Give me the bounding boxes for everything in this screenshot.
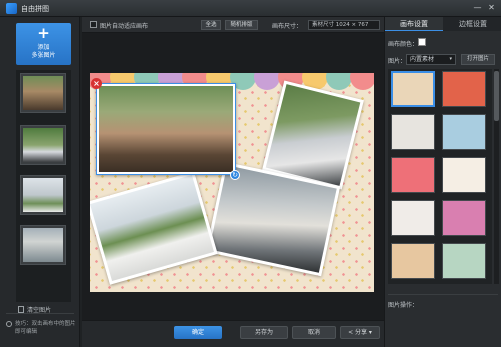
add-images-button[interactable]: + 添加 多张图片 bbox=[16, 23, 71, 65]
cancel-button[interactable]: 取消 bbox=[292, 326, 336, 339]
left-panel: + 添加 多张图片 清空图片 技巧：双击画布中的图片即可编辑 bbox=[0, 17, 80, 347]
share-icon: < bbox=[348, 329, 355, 336]
clear-images-button[interactable]: 清空图片 bbox=[16, 305, 71, 317]
thumbnail-item[interactable] bbox=[20, 175, 66, 215]
share-button[interactable]: < 分享 ▾ bbox=[340, 326, 380, 339]
canvas-stage: × ↻ bbox=[82, 33, 384, 320]
plus-icon: + bbox=[37, 24, 50, 42]
minimize-icon[interactable]: — bbox=[472, 3, 483, 13]
canvas-size-select[interactable]: 素材尺寸 1024 × 767 bbox=[308, 20, 380, 30]
collage-canvas[interactable]: × ↻ bbox=[90, 73, 374, 292]
background-option[interactable] bbox=[442, 157, 486, 193]
info-icon bbox=[6, 321, 12, 327]
background-option[interactable] bbox=[391, 243, 435, 279]
thumbnail-item[interactable] bbox=[20, 125, 66, 165]
add-images-label: 添加 多张图片 bbox=[31, 44, 56, 59]
dropdown-arrow-icon: ▾ bbox=[449, 56, 452, 62]
share-label: 分享 bbox=[355, 329, 368, 336]
right-panel: 画布设置 边框设置 画布颜色： 图片： 内置素材 ▾ 打开图片 图片操作： bbox=[384, 17, 501, 347]
auto-fit-checkbox[interactable] bbox=[90, 21, 97, 28]
open-image-button[interactable]: 打开图片 bbox=[461, 54, 495, 65]
selection-frame bbox=[96, 83, 236, 175]
close-icon[interactable]: ✕ bbox=[486, 3, 497, 13]
title-bar: 自由拼图 — ✕ bbox=[0, 0, 501, 17]
tip-label: 技巧：双击画布中的图片即可编辑 bbox=[15, 321, 76, 335]
background-option[interactable] bbox=[442, 200, 486, 236]
clear-images-label: 清空图片 bbox=[27, 307, 52, 314]
bg-color-swatch[interactable] bbox=[418, 38, 426, 46]
thumbnail-item[interactable] bbox=[20, 225, 66, 265]
app-icon bbox=[6, 3, 17, 14]
image-ops-label: 图片操作： bbox=[388, 302, 419, 309]
divider bbox=[388, 294, 498, 295]
image-source-select[interactable]: 内置素材 ▾ bbox=[406, 54, 456, 65]
tab-border-settings[interactable]: 边框设置 bbox=[444, 17, 501, 31]
thumbnail-item[interactable] bbox=[20, 73, 66, 113]
save-as-button[interactable]: 另存为 bbox=[240, 326, 288, 339]
dropdown-arrow-icon: ▾ bbox=[367, 329, 372, 336]
background-option[interactable] bbox=[391, 71, 435, 107]
background-scrollbar[interactable] bbox=[494, 69, 499, 284]
tip-text: 技巧：双击画布中的图片即可编辑 bbox=[6, 320, 78, 336]
background-option[interactable] bbox=[442, 114, 486, 150]
image-thumbnail-list[interactable] bbox=[16, 70, 71, 302]
auto-fit-label: 图片自动适应画布 bbox=[100, 23, 149, 30]
image-source-value: 内置素材 bbox=[410, 56, 435, 63]
canvas-toolbar: 图片自动适应画布 全选 随机排版 画布尺寸： 素材尺寸 1024 × 767 bbox=[82, 17, 384, 33]
background-option[interactable] bbox=[442, 71, 486, 107]
select-all-button[interactable]: 全选 bbox=[201, 20, 221, 30]
image-label: 图片： bbox=[388, 58, 407, 65]
tab-canvas-settings[interactable]: 画布设置 bbox=[385, 17, 443, 31]
random-layout-button[interactable]: 随机排版 bbox=[225, 20, 258, 30]
settings-tabs: 画布设置 边框设置 bbox=[385, 17, 501, 31]
scrollbar-thumb[interactable] bbox=[494, 71, 499, 121]
background-grid bbox=[388, 69, 492, 284]
bottom-bar: 确定 另存为 取消 < 分享 ▾ bbox=[82, 320, 384, 347]
background-option[interactable] bbox=[391, 200, 435, 236]
confirm-button[interactable]: 确定 bbox=[174, 326, 222, 339]
window-title: 自由拼图 bbox=[21, 5, 49, 13]
background-option[interactable] bbox=[442, 243, 486, 279]
bg-color-label: 画布颜色： bbox=[388, 41, 419, 48]
background-option[interactable] bbox=[391, 157, 435, 193]
canvas-size-label: 画布尺寸： bbox=[272, 23, 303, 30]
delete-photo-icon[interactable]: × bbox=[91, 78, 102, 89]
rotate-icon[interactable]: ↻ bbox=[230, 170, 240, 180]
trash-icon bbox=[18, 306, 24, 313]
background-option[interactable] bbox=[391, 114, 435, 150]
